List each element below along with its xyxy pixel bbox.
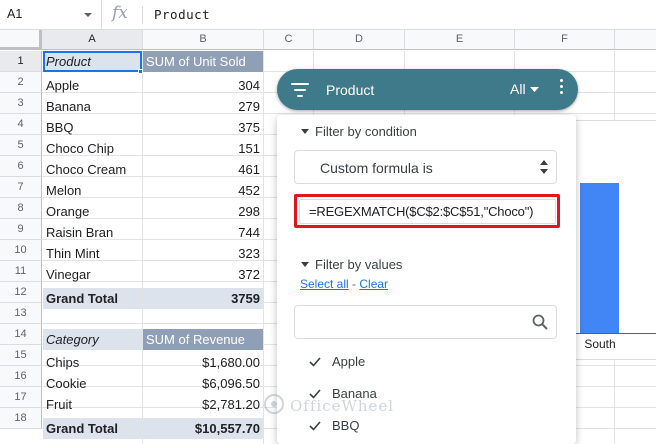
column-header-b[interactable]: B [143, 30, 264, 50]
pivot2-row-value[interactable]: $6,096.50 [143, 373, 263, 394]
column-header-g[interactable] [615, 30, 656, 50]
filter-lines-icon [291, 83, 309, 97]
values-search-input[interactable] [294, 305, 557, 339]
pivot1-row-value[interactable]: 304 [143, 75, 263, 96]
fill-handle[interactable] [138, 69, 143, 74]
fx-icon: fx [112, 3, 128, 23]
formula-bar: A1 fx Product [0, 0, 656, 30]
pivot1-row-label[interactable]: Orange [43, 201, 142, 222]
pivot2-grand-total-label[interactable]: Grand Total [43, 418, 142, 439]
pivot1-row-label[interactable]: Melon [43, 180, 142, 201]
row-header-13[interactable]: 13 [0, 303, 42, 324]
pivot1-row-value[interactable]: 452 [143, 180, 263, 201]
value-label: BBQ [332, 418, 360, 433]
pivot2-row-label[interactable]: Chips [43, 352, 142, 373]
pivot1-row-value[interactable]: 744 [143, 222, 263, 243]
row-header-9[interactable]: 9 [0, 219, 42, 240]
pivot1-row-value[interactable]: 461 [143, 159, 263, 180]
pivot1-grand-total-label[interactable]: Grand Total [43, 288, 142, 309]
pivot1-row-label[interactable]: Vinegar [43, 264, 142, 285]
filter-by-condition-label[interactable]: Filter by condition [315, 124, 417, 139]
select-arrows-icon [540, 160, 548, 174]
pivot1-row-value[interactable]: 298 [143, 201, 263, 222]
slicer-title: Product [326, 82, 375, 98]
dropdown-caret-icon[interactable] [530, 87, 539, 93]
pivot1-row-value[interactable]: 279 [143, 96, 263, 117]
grid-line [263, 51, 264, 444]
row-header-7[interactable]: 7 [0, 177, 42, 198]
pivot1-row-value[interactable]: 151 [143, 138, 263, 159]
pivot1-row-label[interactable]: Choco Chip [43, 138, 142, 159]
pivot1-row-label[interactable]: Choco Cream [43, 159, 142, 180]
row-header-3[interactable]: 3 [0, 93, 42, 114]
watermark-text: OfficeWheel [290, 397, 395, 415]
select-all-corner[interactable] [0, 30, 42, 50]
pivot2-header-sum[interactable]: SUM of Revenue [143, 329, 263, 350]
watermark: OfficeWheel [260, 390, 420, 420]
pivot2-grand-total-value[interactable]: $10,557.70 [143, 418, 263, 439]
row-header-14[interactable]: 14 [0, 324, 42, 345]
pivot1-row-label[interactable]: BBQ [43, 117, 142, 138]
row-header-17[interactable]: 17 [0, 387, 42, 408]
check-icon [309, 421, 321, 431]
formula-divider [142, 6, 143, 24]
check-icon [309, 357, 321, 367]
row-header-1[interactable]: 1 [0, 51, 42, 72]
select-links: Select all - Clear [300, 277, 388, 291]
pivot1-grand-total-value[interactable]: 3759 [143, 288, 263, 309]
collapse-arrow-icon[interactable] [301, 129, 309, 134]
name-box[interactable]: A1 [0, 0, 102, 30]
condition-select-value: Custom formula is [320, 160, 433, 176]
column-header-e[interactable]: E [405, 30, 515, 50]
link-separator: - [348, 277, 360, 291]
pivot2-row-value[interactable]: $2,781.20 [143, 394, 263, 415]
collapse-arrow-icon[interactable] [301, 262, 309, 267]
row-header-10[interactable]: 10 [0, 240, 42, 261]
row-header-12[interactable]: 12 [0, 282, 42, 303]
watermark-logo-icon [264, 394, 284, 414]
row-header-15[interactable]: 15 [0, 345, 42, 366]
pivot1-header-sum[interactable]: SUM of Unit Sold [143, 51, 263, 72]
column-header-a[interactable]: A [42, 30, 143, 50]
product-slicer[interactable]: Product All [277, 69, 578, 110]
row-header-8[interactable]: 8 [0, 198, 42, 219]
pivot1-row-label[interactable]: Thin Mint [43, 243, 142, 264]
column-header-f[interactable]: F [515, 30, 615, 50]
cell-reference: A1 [7, 7, 23, 21]
row-header-18[interactable]: 18 [0, 408, 42, 429]
pivot1-row-label[interactable]: Apple [43, 75, 142, 96]
pivot2-row-label[interactable]: Cookie [43, 373, 142, 394]
row-header-4[interactable]: 4 [0, 114, 42, 135]
formula-input[interactable]: Product [154, 7, 210, 22]
chevron-down-icon[interactable] [84, 13, 92, 17]
pivot1-row-value[interactable]: 323 [143, 243, 263, 264]
pivot1-header-product[interactable]: Product [43, 51, 142, 72]
column-header-d[interactable]: D [314, 30, 405, 50]
search-icon[interactable] [532, 314, 548, 330]
row-header-16[interactable]: 16 [0, 366, 42, 387]
condition-select[interactable]: Custom formula is [294, 150, 557, 184]
chart-bar-south[interactable] [580, 183, 619, 333]
column-header-c[interactable]: C [264, 30, 314, 50]
pivot2-header-category[interactable]: Category [43, 329, 142, 350]
chart-x-label: South [584, 337, 616, 351]
pivot1-row-value[interactable]: 375 [143, 117, 263, 138]
select-all-link[interactable]: Select all [300, 277, 349, 291]
more-vert-icon[interactable] [560, 79, 564, 97]
pivot2-row-value[interactable]: $1,680.00 [143, 352, 263, 373]
filter-by-values-label[interactable]: Filter by values [315, 257, 402, 272]
row-header-5[interactable]: 5 [0, 135, 42, 156]
row-header-6[interactable]: 6 [0, 156, 42, 177]
row-header-2[interactable]: 2 [0, 72, 42, 93]
custom-formula-input[interactable]: =REGEXMATCH($C$2:$C$51,"Choco") [299, 199, 556, 224]
slicer-filter-state[interactable]: All [510, 81, 526, 97]
pivot1-row-value[interactable]: 372 [143, 264, 263, 285]
pivot2-row-label[interactable]: Fruit [43, 394, 142, 415]
pivot1-row-label[interactable]: Banana [43, 96, 142, 117]
formula-highlight-box: =REGEXMATCH($C$2:$C$51,"Choco") [294, 194, 560, 228]
row-header-11[interactable]: 11 [0, 261, 42, 282]
pivot1-row-label[interactable]: Raisin Bran [43, 222, 142, 243]
clear-link[interactable]: Clear [359, 277, 388, 291]
value-label: Apple [332, 354, 366, 369]
